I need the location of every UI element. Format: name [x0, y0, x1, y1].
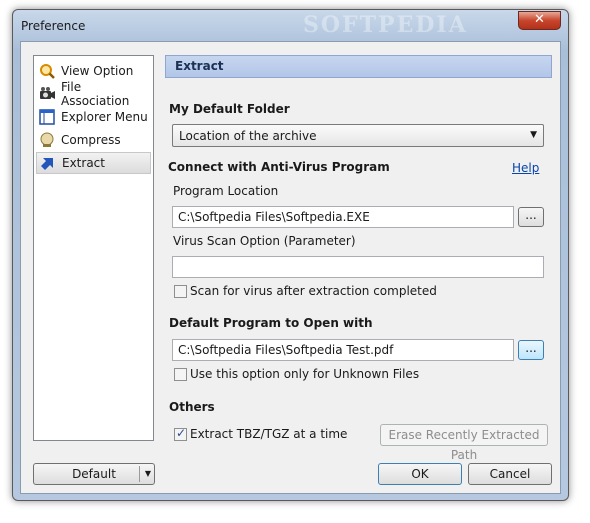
program-location-label: Program Location: [173, 184, 279, 198]
window-title: Preference: [21, 19, 86, 33]
extract-tbz-tgz-label: Extract TBZ/TGZ at a time: [190, 427, 348, 441]
window-icon: [39, 109, 55, 125]
help-link[interactable]: Help: [512, 161, 539, 175]
virus-scan-option-field[interactable]: [172, 256, 544, 278]
chevron-down-icon[interactable]: ▼: [145, 464, 151, 484]
scan-after-extraction-label: Scan for virus after extraction complete…: [190, 284, 437, 298]
preference-window: Preference SOFTPEDIA ✕ View Option File …: [12, 9, 569, 501]
dialog-client-area: View Option File Association Explorer Me…: [20, 41, 561, 494]
unknown-files-only-label: Use this option only for Unknown Files: [190, 367, 420, 381]
camera-icon: [39, 86, 55, 102]
checkmark-icon: ✓: [176, 426, 187, 440]
extract-tbz-tgz-checkbox[interactable]: ✓: [174, 426, 187, 441]
virus-scan-option-label: Virus Scan Option (Parameter): [173, 234, 356, 248]
nav-item-label: View Option: [61, 64, 134, 78]
magnifier-icon: [39, 63, 55, 79]
split-divider: [139, 466, 140, 482]
default-folder-value: Location of the archive: [179, 129, 317, 143]
default-split-button[interactable]: Default ▼: [33, 463, 155, 485]
nav-item-extract[interactable]: Extract: [36, 152, 151, 174]
nav-item-label: File Association: [61, 80, 130, 108]
default-folder-label: My Default Folder: [169, 102, 290, 116]
open-with-label: Default Program to Open with: [169, 316, 373, 330]
nav-item-compress[interactable]: Compress: [36, 129, 151, 151]
close-button[interactable]: ✕: [518, 11, 561, 30]
chevron-down-icon: ▼: [530, 130, 537, 140]
nav-item-label: Explorer Menu: [61, 110, 148, 124]
program-location-field[interactable]: C:\Softpedia Files\Softpedia.EXE: [172, 206, 514, 228]
category-list: View Option File Association Explorer Me…: [33, 55, 154, 441]
program-location-browse-button[interactable]: ...: [518, 207, 544, 227]
default-folder-dropdown[interactable]: Location of the archive ▼: [172, 124, 544, 147]
nav-item-file-association[interactable]: File Association: [36, 80, 151, 108]
watermark: SOFTPEDIA: [303, 12, 468, 38]
nav-item-label: Compress: [61, 133, 121, 147]
open-with-browse-button[interactable]: ...: [518, 340, 544, 360]
nav-item-view-option[interactable]: View Option: [36, 60, 151, 82]
open-with-field[interactable]: C:\Softpedia Files\Softpedia Test.pdf: [172, 339, 514, 361]
antivirus-section-label: Connect with Anti-Virus Program: [168, 160, 390, 174]
ok-button[interactable]: OK: [378, 463, 462, 485]
unknown-files-only-checkbox[interactable]: [174, 368, 187, 381]
title-bar[interactable]: Preference SOFTPEDIA ✕: [13, 10, 568, 40]
nav-item-explorer-menu[interactable]: Explorer Menu: [36, 106, 151, 128]
scan-after-extraction-checkbox[interactable]: [174, 285, 187, 298]
others-section-label: Others: [169, 400, 215, 414]
panel-header: Extract: [165, 55, 552, 78]
cancel-button[interactable]: Cancel: [468, 463, 552, 485]
erase-extracted-path-button[interactable]: Erase Recently Extracted Path: [380, 424, 548, 462]
compress-icon: [39, 132, 55, 148]
extract-arrow-icon: [40, 155, 56, 171]
nav-item-label: Extract: [62, 156, 105, 170]
default-button-label: Default: [72, 467, 116, 481]
